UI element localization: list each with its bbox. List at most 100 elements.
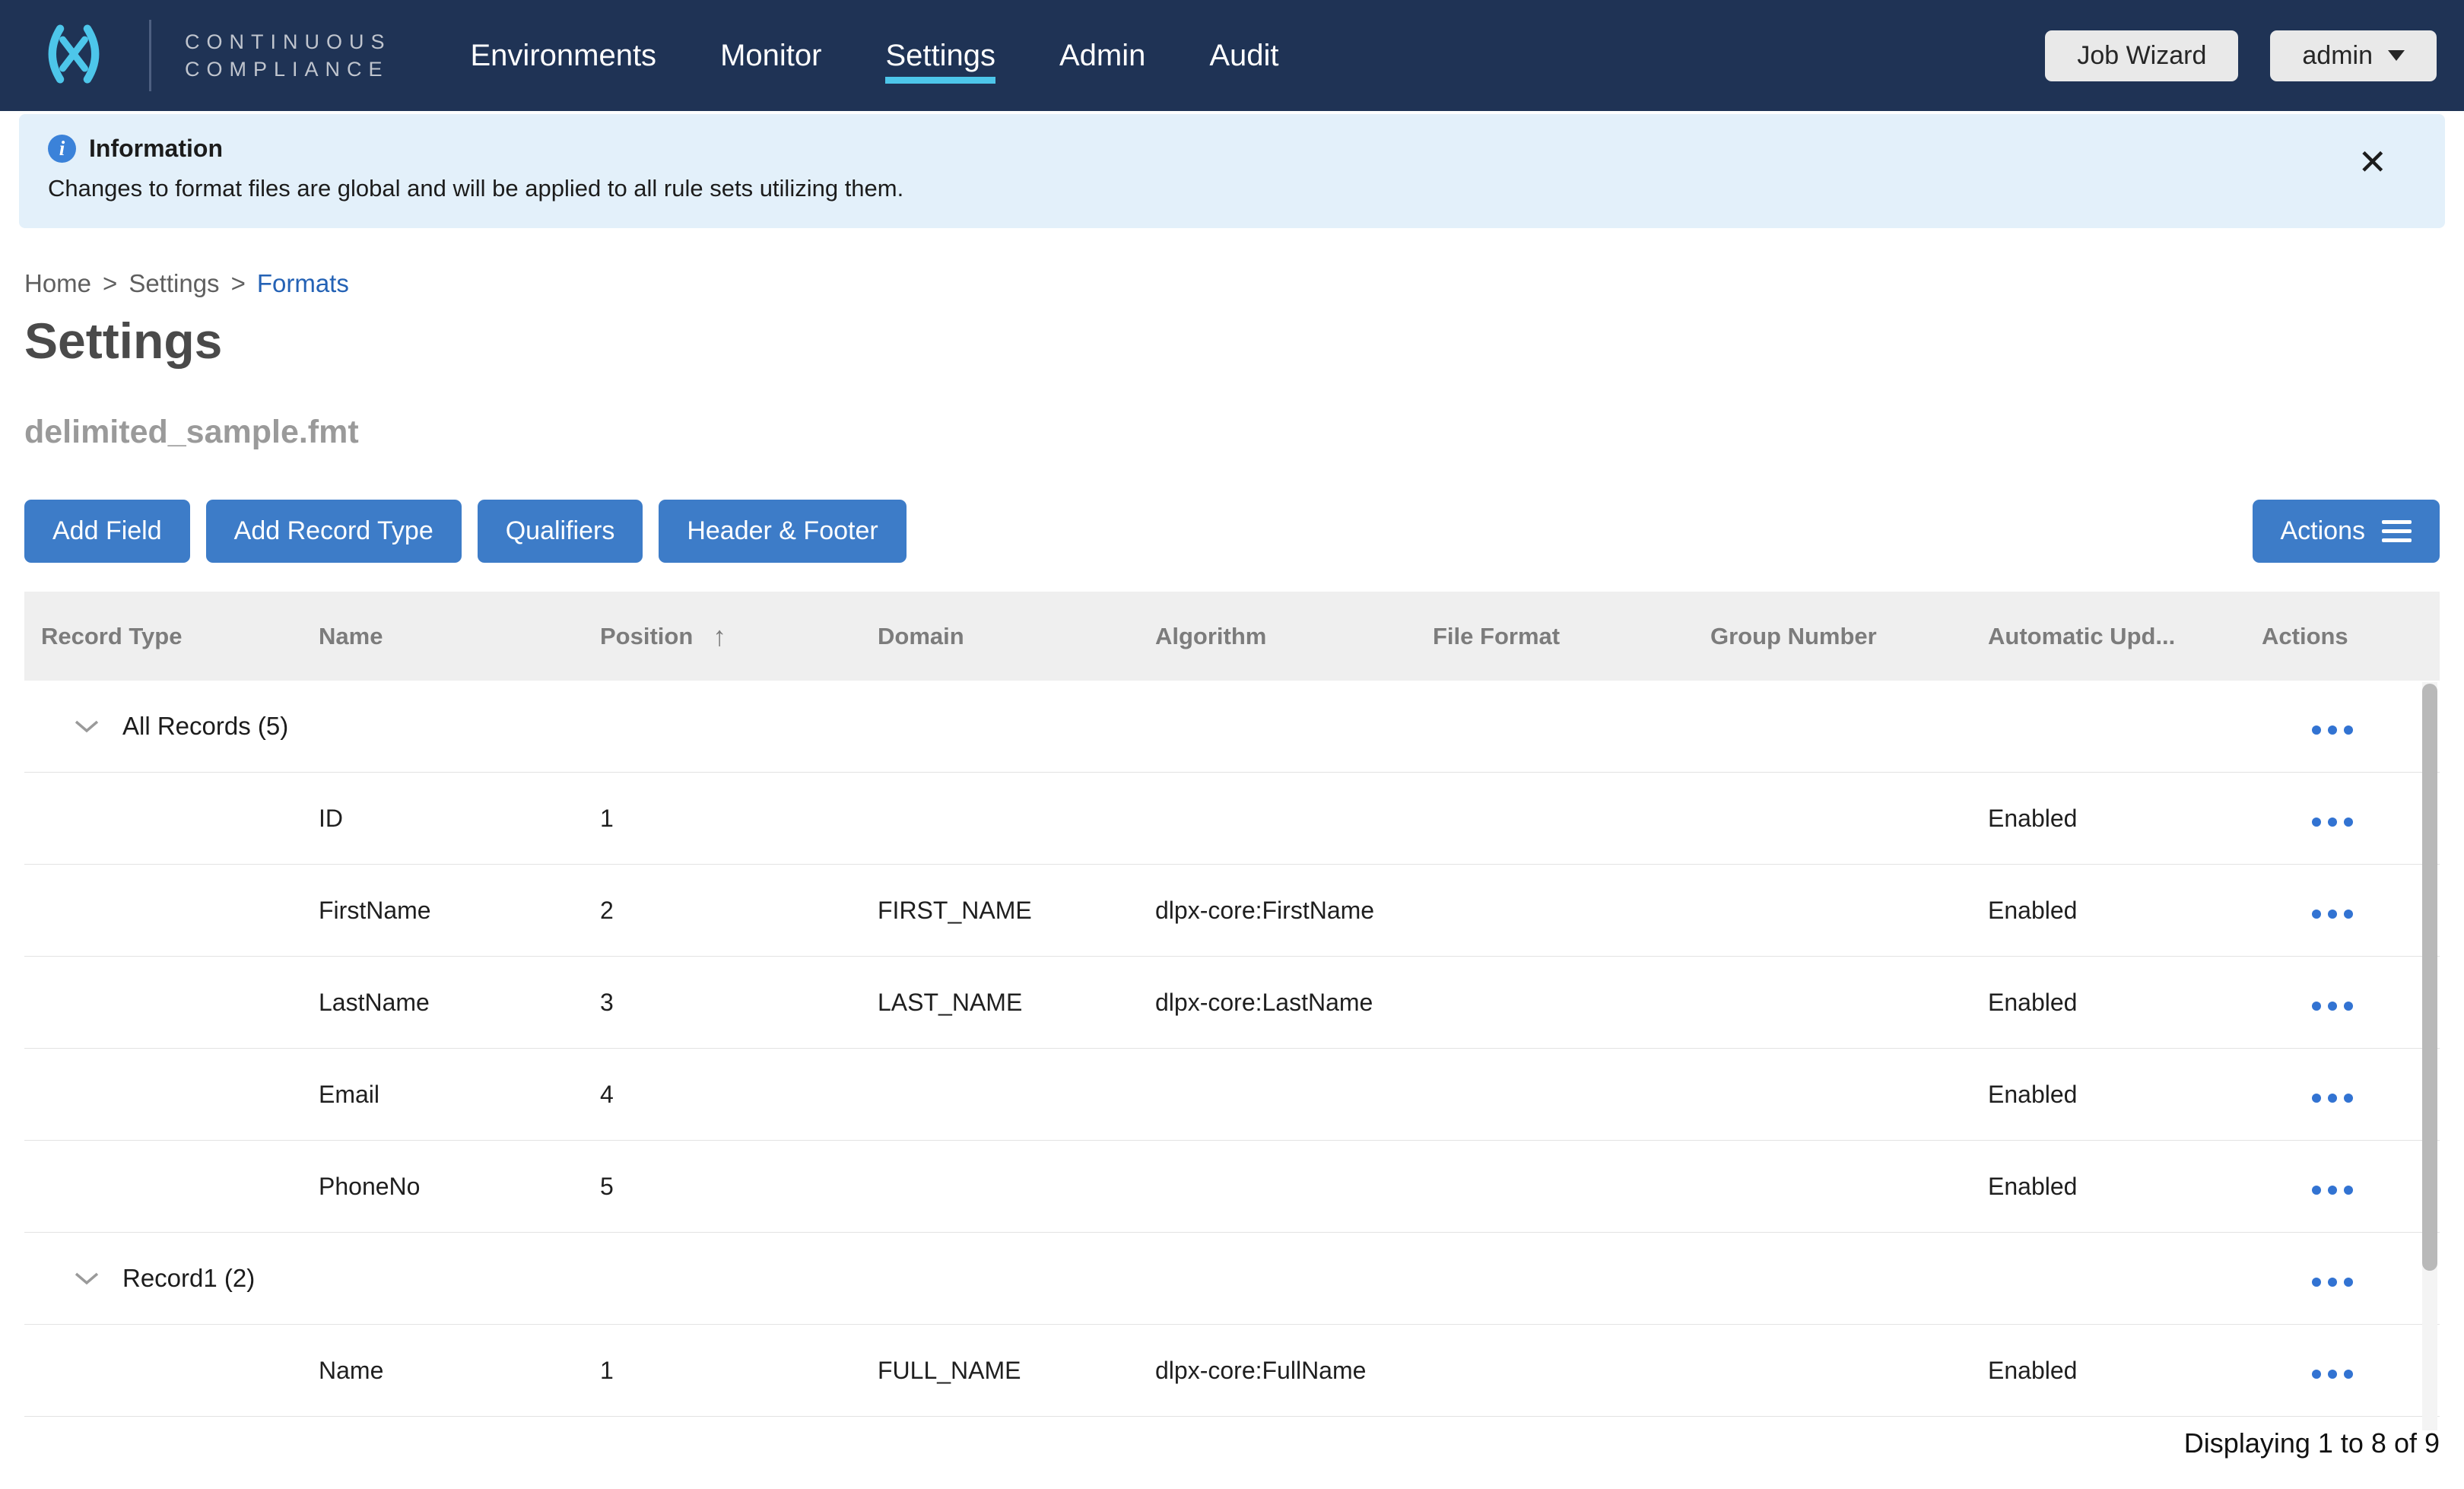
cell-name: LastName <box>302 989 583 1017</box>
top-navbar: CONTINUOUS COMPLIANCE Environments Monit… <box>0 0 2464 111</box>
record-group-cell: All Records (5) <box>24 712 2245 741</box>
brand: CONTINUOUS COMPLIANCE <box>0 20 392 91</box>
column-header-group-number[interactable]: Group Number <box>1694 623 1971 650</box>
table-row: Name 1 FULL_NAME dlpx-core:FullName Enab… <box>24 1325 2440 1417</box>
qualifiers-button[interactable]: Qualifiers <box>478 500 643 563</box>
brand-text: CONTINUOUS COMPLIANCE <box>185 28 392 83</box>
banner-title-row: i Information <box>48 135 2445 163</box>
table-row: All Records (5) <box>24 681 2440 773</box>
row-actions-cell <box>2245 1173 2440 1201</box>
row-actions-icon[interactable] <box>2262 1094 2353 1103</box>
cell-position: 5 <box>583 1173 861 1201</box>
cell-position: 2 <box>583 897 861 925</box>
nav-item-settings[interactable]: Settings <box>885 0 995 111</box>
row-actions-cell <box>2245 1265 2440 1293</box>
add-field-button[interactable]: Add Field <box>24 500 190 563</box>
table-row: Email 4 Enabled <box>24 1049 2440 1141</box>
user-menu-button[interactable]: admin <box>2270 30 2437 81</box>
column-header-record-type[interactable]: Record Type <box>24 623 302 650</box>
actions-label: Actions <box>2281 516 2366 546</box>
breadcrumb-separator: > <box>103 269 117 298</box>
table-row: Record1 (2) <box>24 1233 2440 1325</box>
cell-name: ID <box>302 805 583 833</box>
record-group-label: Record1 (2) <box>122 1264 255 1293</box>
cell-automatic-update: Enabled <box>1971 805 2245 833</box>
column-header-position[interactable]: Position ↑ <box>583 621 861 652</box>
job-wizard-button[interactable]: Job Wizard <box>2045 30 2238 81</box>
cell-name: Email <box>302 1081 583 1109</box>
table-row: FirstName 2 FIRST_NAME dlpx-core:FirstNa… <box>24 865 2440 957</box>
breadcrumb-formats[interactable]: Formats <box>257 269 349 298</box>
row-actions-icon[interactable] <box>2262 910 2353 919</box>
brand-divider <box>149 20 151 91</box>
page-title: Settings <box>24 312 2440 370</box>
column-header-name[interactable]: Name <box>302 623 583 650</box>
column-header-algorithm[interactable]: Algorithm <box>1138 623 1416 650</box>
row-actions-icon[interactable] <box>2262 1186 2353 1195</box>
column-header-domain[interactable]: Domain <box>861 623 1138 650</box>
chevron-down-icon[interactable] <box>74 719 100 734</box>
actions-menu-button[interactable]: Actions <box>2253 500 2440 563</box>
chevron-down-icon[interactable] <box>74 1271 100 1286</box>
toolbar: Add Field Add Record Type Qualifiers Hea… <box>24 500 2440 563</box>
cell-position: 1 <box>583 1357 861 1385</box>
cell-algorithm: dlpx-core:FirstName <box>1138 897 1416 925</box>
table-scrollbar-thumb[interactable] <box>2422 684 2437 1271</box>
table-scrollbar-track[interactable] <box>2422 682 2437 1430</box>
row-actions-cell <box>2245 713 2440 741</box>
banner-title: Information <box>89 135 223 163</box>
cell-position: 4 <box>583 1081 861 1109</box>
nav-item-audit[interactable]: Audit <box>1209 0 1278 111</box>
cell-domain: LAST_NAME <box>861 989 1138 1017</box>
page-content: Home > Settings > Formats Settings delim… <box>0 269 2464 1459</box>
breadcrumb-settings[interactable]: Settings <box>129 269 219 298</box>
pagination-status: Displaying 1 to 8 of 9 <box>24 1427 2440 1459</box>
record-group-label: All Records (5) <box>122 712 288 741</box>
row-actions-icon[interactable] <box>2262 818 2353 827</box>
row-actions-icon[interactable] <box>2262 1370 2353 1379</box>
breadcrumb: Home > Settings > Formats <box>24 269 2440 298</box>
row-actions-icon[interactable] <box>2262 1002 2353 1011</box>
table-row: ID 1 Enabled <box>24 773 2440 865</box>
cell-name: PhoneNo <box>302 1173 583 1201</box>
cell-automatic-update: Enabled <box>1971 1173 2245 1201</box>
table-row: LastName 3 LAST_NAME dlpx-core:LastName … <box>24 957 2440 1049</box>
nav-item-monitor[interactable]: Monitor <box>720 0 821 111</box>
breadcrumb-home[interactable]: Home <box>24 269 91 298</box>
cell-position: 1 <box>583 805 861 833</box>
cell-automatic-update: Enabled <box>1971 1357 2245 1385</box>
column-header-actions: Actions <box>2245 623 2440 650</box>
sort-ascending-icon: ↑ <box>713 621 726 652</box>
column-header-automatic-update[interactable]: Automatic Upd... <box>1971 623 2245 650</box>
cell-algorithm: dlpx-core:FullName <box>1138 1357 1416 1385</box>
breadcrumb-separator: > <box>231 269 246 298</box>
cell-domain: FIRST_NAME <box>861 897 1138 925</box>
cell-position: 3 <box>583 989 861 1017</box>
close-icon[interactable]: ✕ <box>2358 144 2387 179</box>
nav-buttons: Job Wizard admin <box>2045 30 2437 81</box>
banner-message: Changes to format files are global and w… <box>48 175 2445 202</box>
row-actions-cell <box>2245 805 2440 833</box>
column-header-file-format[interactable]: File Format <box>1416 623 1694 650</box>
add-record-type-button[interactable]: Add Record Type <box>206 500 462 563</box>
record-group-cell: Record1 (2) <box>24 1264 2245 1293</box>
row-actions-icon[interactable] <box>2262 1278 2353 1287</box>
main-nav: Environments Monitor Settings Admin Audi… <box>471 0 1343 111</box>
nav-item-admin[interactable]: Admin <box>1059 0 1145 111</box>
format-file-name: delimited_sample.fmt <box>24 414 2440 451</box>
caret-down-icon <box>2388 50 2405 61</box>
row-actions-cell <box>2245 897 2440 925</box>
delphix-logo-icon <box>29 21 119 90</box>
table-header-row: Record Type Name Position ↑ Domain Algor… <box>24 592 2440 681</box>
row-actions-cell <box>2245 1357 2440 1385</box>
cell-automatic-update: Enabled <box>1971 989 2245 1017</box>
brand-line2: COMPLIANCE <box>185 58 389 81</box>
row-actions-icon[interactable] <box>2262 725 2353 735</box>
user-menu-label: admin <box>2302 41 2373 71</box>
table-row: PhoneNo 5 Enabled <box>24 1141 2440 1233</box>
brand-line1: CONTINUOUS <box>185 30 392 53</box>
hamburger-menu-icon <box>2382 520 2412 542</box>
row-actions-cell <box>2245 989 2440 1017</box>
nav-item-environments[interactable]: Environments <box>471 0 657 111</box>
header-footer-button[interactable]: Header & Footer <box>659 500 906 563</box>
